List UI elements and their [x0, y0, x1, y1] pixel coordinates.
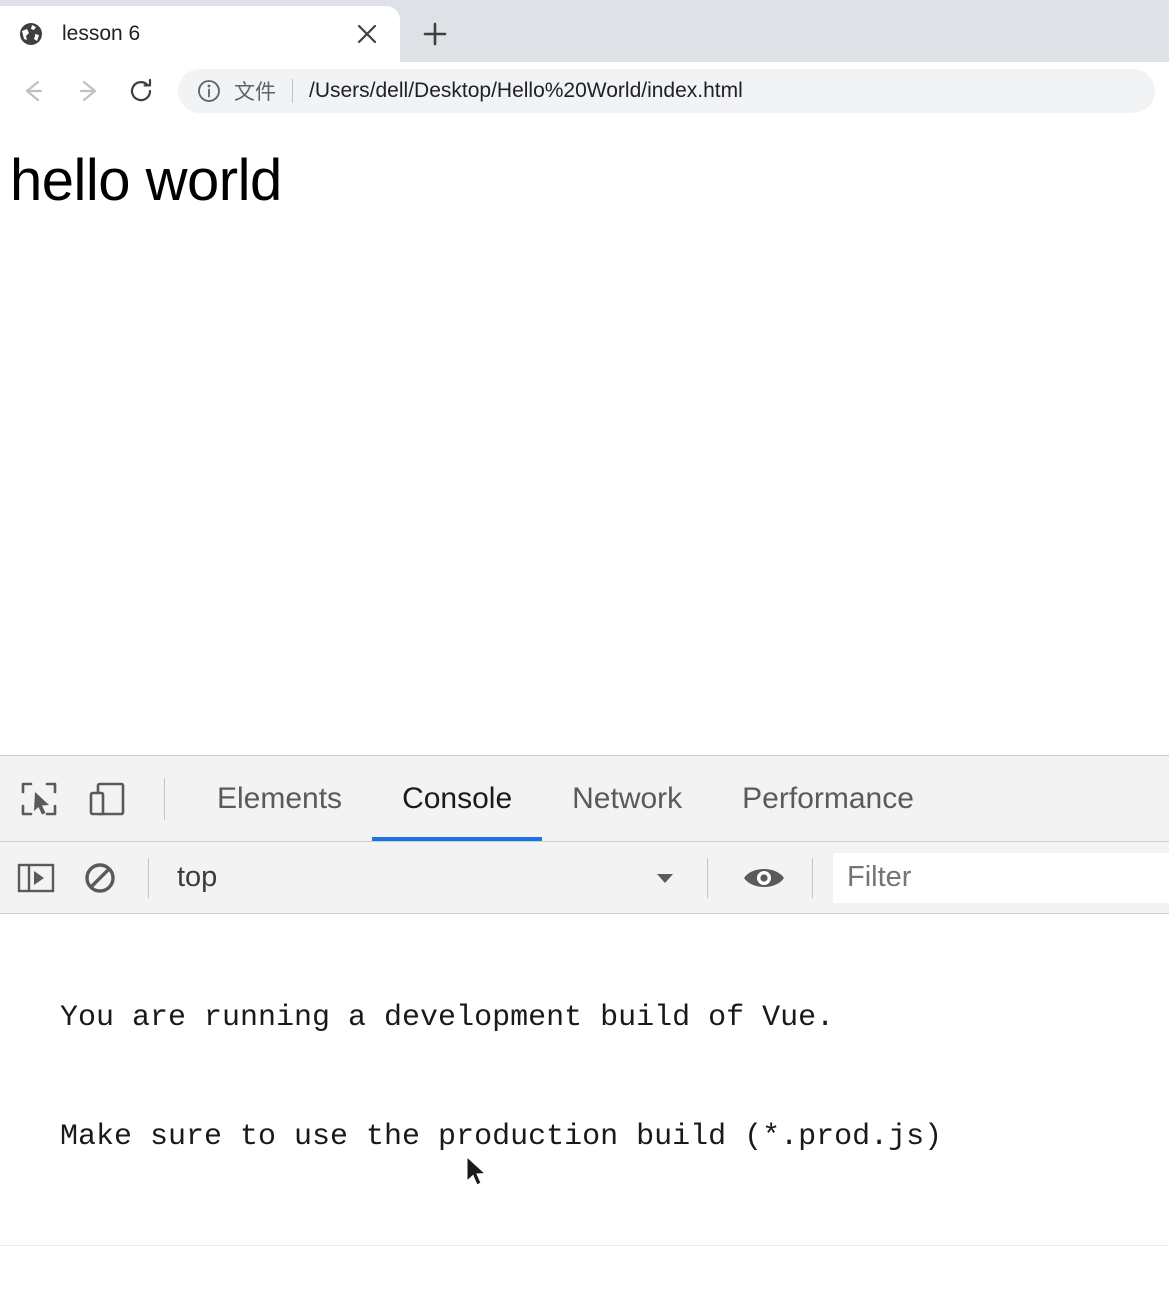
omnibox-divider	[292, 79, 293, 103]
clear-console-icon[interactable]	[72, 850, 128, 906]
chevron-down-icon[interactable]	[643, 850, 687, 906]
browser-tab-lesson-6[interactable]: lesson 6	[0, 6, 400, 62]
devtools-tabbar: Elements Console Network Performance	[0, 756, 1169, 842]
tab-strip: lesson 6	[0, 0, 1169, 62]
console-output[interactable]: You are running a development build of V…	[0, 914, 1169, 1296]
console-toolbar-divider-3	[812, 857, 813, 898]
devtools-panel: Elements Console Network Performance top…	[0, 755, 1169, 1296]
console-message-line: You are running a development build of V…	[60, 1001, 835, 1036]
browser-window: lesson 6 文件 /Users/dell/Desktop/Hello%20…	[0, 0, 1169, 1296]
inspect-element-icon[interactable]	[10, 770, 68, 828]
live-expression-eye-icon[interactable]	[736, 850, 792, 906]
console-message[interactable]: beforeCreate	[0, 1246, 1169, 1296]
tab-console-label: Console	[402, 781, 513, 815]
back-arrow-icon[interactable]	[6, 64, 60, 118]
globe-icon	[18, 21, 44, 47]
console-message-line: Make sure to use the production build (*…	[60, 1119, 943, 1154]
device-toolbar-icon[interactable]	[78, 770, 136, 828]
console-toolbar-divider-1	[148, 857, 149, 898]
url-scheme-label: 文件	[234, 81, 276, 104]
tab-elements-label: Elements	[217, 781, 343, 815]
tab-elements[interactable]: Elements	[187, 756, 372, 841]
page-title: hello world	[10, 148, 282, 213]
tab-console[interactable]: Console	[372, 756, 543, 841]
url-text: /Users/dell/Desktop/Hello%20World/index.…	[309, 79, 743, 102]
console-message[interactable]: You are running a development build of V…	[0, 914, 1169, 1246]
new-tab-button[interactable]	[400, 6, 470, 62]
console-toolbar: top	[0, 842, 1169, 914]
address-bar[interactable]: 文件 /Users/dell/Desktop/Hello%20World/ind…	[178, 69, 1155, 113]
close-icon[interactable]	[350, 17, 384, 51]
console-context-selector[interactable]: top	[177, 861, 217, 894]
page-viewport: hello world	[0, 120, 1169, 755]
tab-network-label: Network	[572, 781, 683, 815]
browser-toolbar: 文件 /Users/dell/Desktop/Hello%20World/ind…	[0, 62, 1169, 120]
devtools-tabbar-divider	[164, 777, 165, 820]
tab-performance[interactable]: Performance	[712, 756, 944, 841]
tab-performance-label: Performance	[742, 781, 914, 815]
info-circle-icon[interactable]	[196, 78, 222, 104]
tab-title: lesson 6	[62, 22, 141, 45]
tab-network[interactable]: Network	[542, 756, 712, 841]
forward-arrow-icon[interactable]	[60, 64, 114, 118]
console-toolbar-divider-2	[707, 857, 708, 898]
console-sidebar-icon[interactable]	[8, 850, 64, 906]
filter-input[interactable]	[833, 852, 1169, 903]
reload-icon[interactable]	[114, 64, 168, 118]
